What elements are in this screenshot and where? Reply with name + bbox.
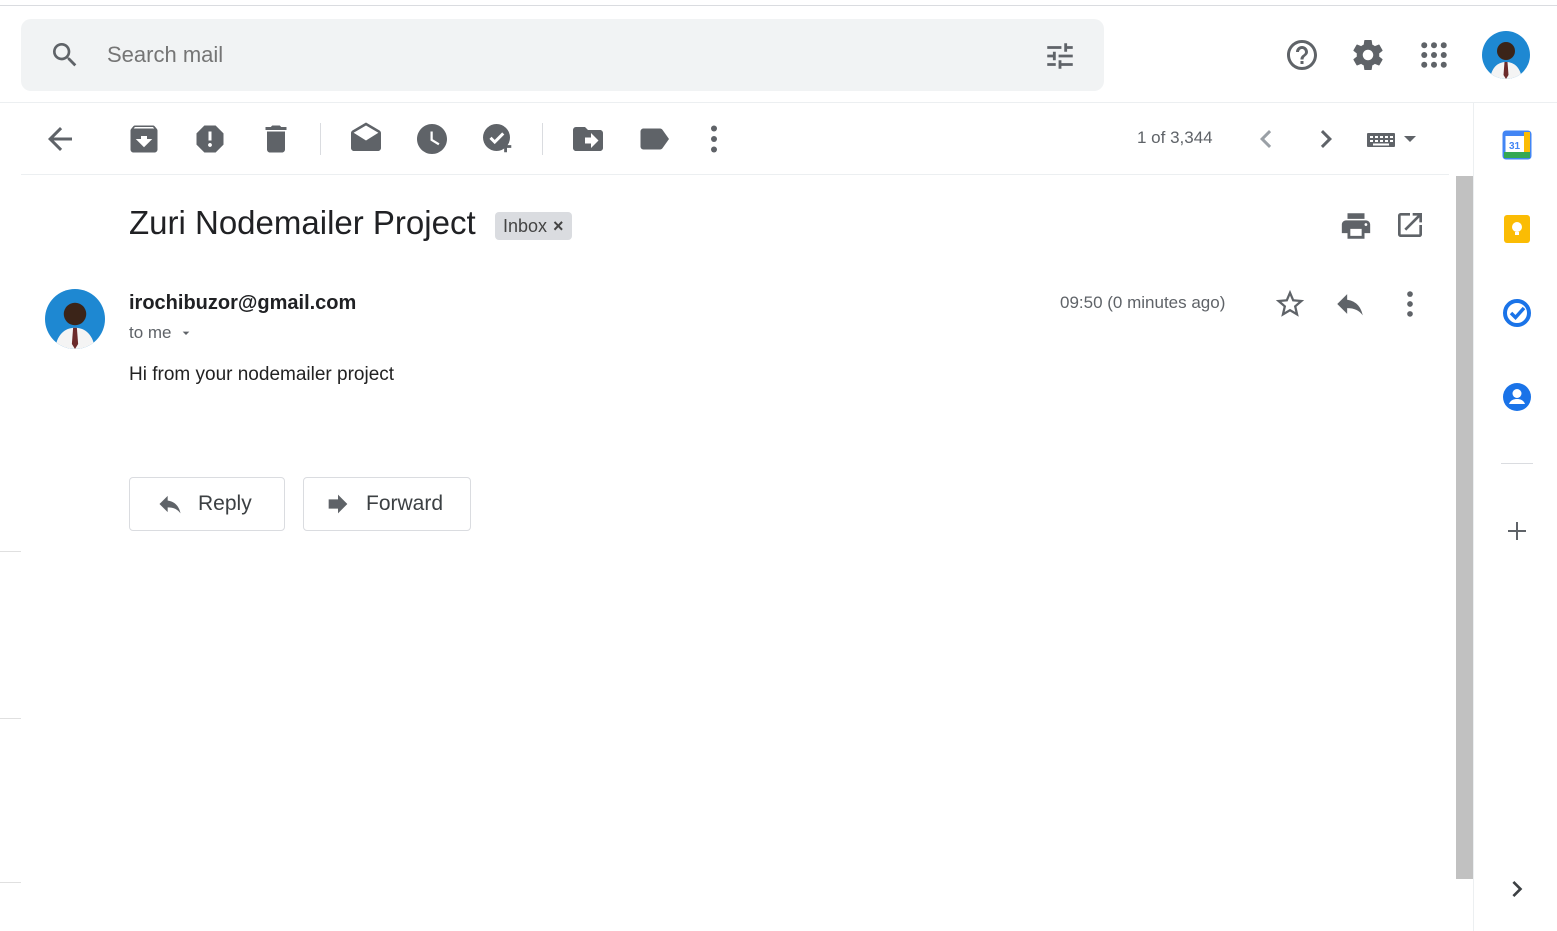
reply-icon[interactable]	[1333, 287, 1367, 321]
reply-arrow-icon	[159, 495, 181, 514]
top-border	[0, 5, 1557, 6]
message-body: Hi from your nodemailer project	[129, 364, 395, 385]
forward-button-label: Forward	[366, 492, 444, 515]
get-addons-plus-icon[interactable]	[1501, 515, 1533, 547]
caret-down-icon[interactable]	[178, 325, 194, 341]
search-options-icon[interactable]	[1043, 39, 1077, 73]
add-to-tasks-icon[interactable]	[480, 121, 516, 157]
reply-button-label: Reply	[198, 492, 252, 515]
email-subject: Zuri Nodemailer Project	[129, 204, 476, 241]
left-edge-mark	[0, 551, 21, 552]
star-icon[interactable]	[1273, 287, 1307, 321]
move-to-icon[interactable]	[570, 121, 606, 157]
back-icon[interactable]	[42, 121, 78, 157]
scrollbar-thumb[interactable]	[1456, 176, 1473, 879]
sender-avatar[interactable]	[45, 289, 105, 349]
delete-icon[interactable]	[258, 121, 294, 157]
forward-button[interactable]: Forward	[303, 477, 471, 531]
newer-chevron-icon[interactable]	[1248, 121, 1284, 157]
toolbar-divider	[21, 174, 1449, 175]
search-input[interactable]	[107, 19, 1007, 91]
label-chip-text: Inbox	[503, 216, 548, 236]
search-bar[interactable]	[21, 19, 1104, 91]
left-edge-mark	[0, 882, 21, 883]
more-options-icon[interactable]	[696, 121, 732, 157]
show-side-panel-chevron-icon[interactable]	[1501, 873, 1533, 905]
tasks-icon[interactable]	[1501, 297, 1533, 329]
archive-icon[interactable]	[126, 121, 162, 157]
reply-button[interactable]: Reply	[129, 477, 285, 531]
side-panel-divider	[1501, 463, 1533, 464]
remove-label-icon[interactable]: ×	[553, 212, 564, 240]
message-more-icon[interactable]	[1393, 287, 1427, 321]
print-icon[interactable]	[1339, 209, 1373, 243]
toolbar-separator	[542, 123, 543, 155]
calendar-icon[interactable]: 31	[1501, 129, 1533, 161]
settings-icon[interactable]	[1350, 37, 1386, 73]
search-icon[interactable]	[49, 39, 81, 71]
older-chevron-icon[interactable]	[1308, 121, 1344, 157]
calendar-day-text: 31	[1509, 141, 1521, 152]
left-edge-mark	[0, 718, 21, 719]
keep-icon[interactable]	[1501, 213, 1533, 245]
toolbar-separator	[320, 123, 321, 155]
apps-icon[interactable]	[1416, 37, 1452, 73]
recipient-text: to me	[129, 323, 172, 342]
message-timestamp: 09:50 (0 minutes ago)	[1060, 293, 1226, 312]
recipient-details-toggle[interactable]: to me	[129, 323, 194, 343]
header-divider	[0, 102, 1557, 103]
inbox-label-chip: Inbox ×	[495, 212, 572, 240]
open-in-new-window-icon[interactable]	[1394, 209, 1426, 241]
help-icon[interactable]	[1284, 37, 1320, 73]
sender-address[interactable]: irochibuzor@gmail.com	[129, 292, 356, 315]
forward-arrow-icon	[328, 494, 348, 514]
input-tools-keyboard-icon[interactable]	[1364, 125, 1420, 155]
pagination-count: 1 of 3,344	[1137, 128, 1213, 147]
account-avatar[interactable]	[1482, 31, 1530, 79]
mark-unread-icon[interactable]	[348, 121, 384, 157]
snooze-icon[interactable]	[414, 121, 450, 157]
contacts-icon[interactable]	[1501, 381, 1533, 413]
label-icon[interactable]	[636, 121, 672, 157]
report-spam-icon[interactable]	[192, 121, 228, 157]
